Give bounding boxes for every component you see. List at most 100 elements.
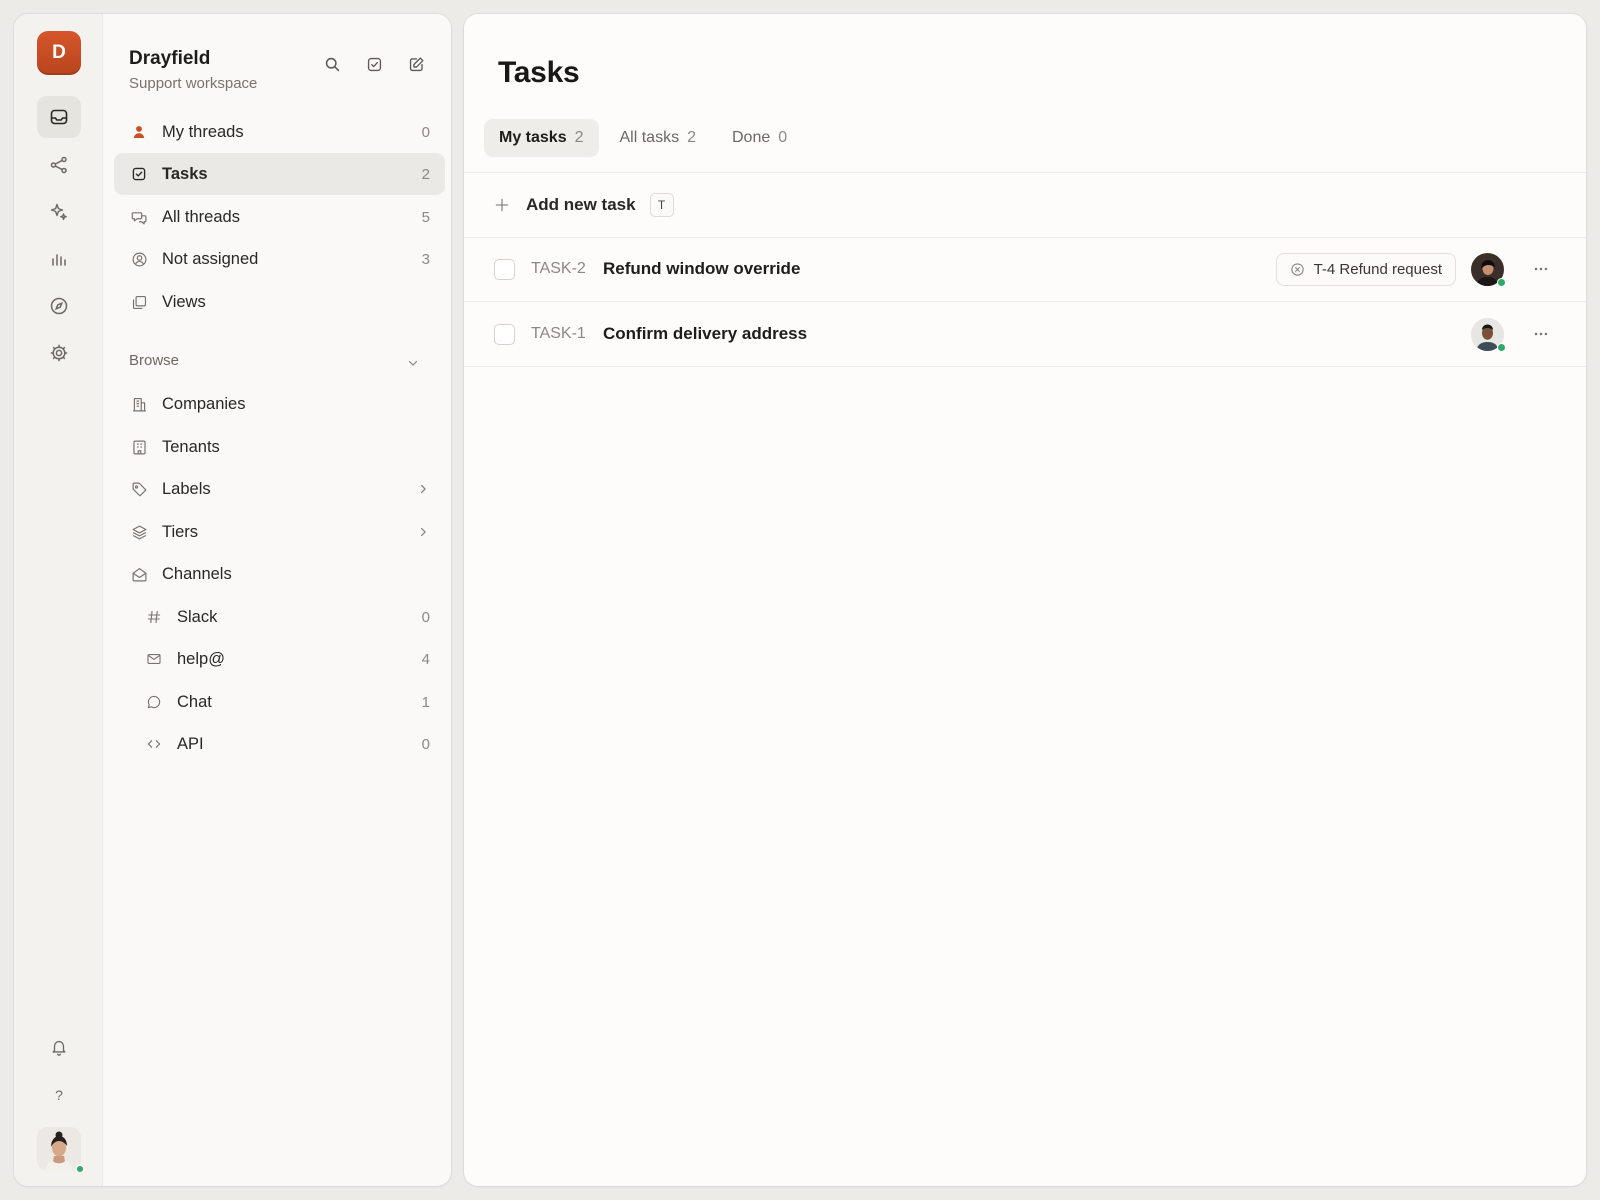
sidebar-item-label: help@ — [177, 649, 225, 668]
sidebar-item-channels[interactable]: Channels — [114, 553, 445, 595]
plus-icon — [495, 198, 509, 211]
sidebar-item-label: My threads — [162, 122, 244, 141]
more-options-button[interactable] — [1526, 254, 1556, 284]
sidebar-item-chat[interactable]: Chat 1 — [114, 681, 445, 723]
task-row[interactable]: TASK-1 Confirm delivery address — [464, 302, 1586, 366]
rail-ai-button[interactable] — [37, 191, 81, 233]
rail-settings-button[interactable] — [37, 332, 81, 374]
rail-notifications-button[interactable] — [37, 1026, 81, 1068]
online-status-dot — [1497, 342, 1506, 352]
divider — [464, 366, 1586, 367]
main-panel: Tasks My tasks 2 All tasks 2 Done 0 Add … — [464, 14, 1586, 1186]
sidebar-item-my-threads[interactable]: My threads 0 — [114, 111, 445, 153]
building-icon — [129, 394, 149, 414]
sidebar-item-count: 0 — [421, 735, 430, 753]
sidebar-item-label: Tiers — [162, 522, 199, 541]
circle-x-icon — [1290, 262, 1304, 276]
sidebar-item-all-threads[interactable]: All threads 5 — [114, 196, 445, 238]
sidebar-item-label: Chat — [177, 692, 212, 711]
workspace-logo[interactable]: D — [37, 31, 81, 75]
sidebar-item-slack[interactable]: Slack 0 — [114, 596, 445, 638]
online-status-dot — [75, 1164, 85, 1174]
rail-analytics-button[interactable] — [37, 238, 81, 280]
keyboard-shortcut: T — [649, 192, 674, 217]
sidebar-item-label: Tasks — [162, 164, 208, 183]
assignee-avatar[interactable] — [1471, 317, 1506, 352]
gear-icon — [50, 344, 68, 362]
rail-explore-button[interactable] — [37, 285, 81, 327]
browse-section-title: Browse — [129, 352, 180, 369]
sidebar-item-label: Labels — [162, 479, 211, 498]
sidebar-item-views[interactable]: Views — [114, 281, 445, 323]
tab-done[interactable]: Done 0 — [717, 119, 802, 157]
share-icon — [50, 156, 67, 174]
task-checkbox[interactable] — [494, 258, 515, 280]
task-title: Refund window override — [603, 259, 801, 278]
workspace-logo-letter: D — [52, 42, 66, 63]
sidebar-item-not-assigned[interactable]: Not assigned 3 — [114, 238, 445, 280]
workspace-name: Drayfield — [129, 48, 211, 69]
rail-inbox-button[interactable] — [37, 96, 81, 138]
chart-icon — [52, 254, 66, 266]
sidebar-item-help-email[interactable]: help@ 4 — [114, 638, 445, 680]
sidebar-item-label: API — [177, 734, 204, 753]
sidebar-item-count: 0 — [421, 608, 430, 626]
tab-label: All tasks — [619, 129, 680, 146]
search-icon — [325, 57, 339, 71]
linked-thread-chip[interactable]: T-4 Refund request — [1275, 252, 1456, 286]
mail-icon — [144, 649, 164, 669]
tab-my-tasks[interactable]: My tasks 2 — [484, 119, 599, 157]
tab-count: 0 — [778, 129, 788, 146]
help-icon: ? — [55, 1087, 63, 1103]
envelope-open-icon — [129, 564, 149, 584]
task-tabs: My tasks 2 All tasks 2 Done 0 — [484, 119, 802, 157]
chat-bubbles-icon — [129, 207, 149, 227]
rail-help-button[interactable]: ? — [37, 1074, 81, 1116]
current-user-avatar[interactable] — [37, 1127, 85, 1174]
task-title: Confirm delivery address — [603, 324, 808, 343]
sidebar-item-count: 4 — [421, 650, 430, 668]
hash-icon — [144, 607, 164, 627]
user-portrait-icon — [37, 1127, 81, 1171]
compose-button[interactable] — [404, 52, 428, 76]
search-button[interactable] — [320, 52, 344, 76]
sidebar-item-tenants[interactable]: Tenants — [114, 426, 445, 468]
checkbox-icon — [367, 57, 381, 71]
task-row[interactable]: TASK-2 Refund window override T-4 Refund… — [464, 237, 1586, 301]
sidebar-item-label: Channels — [162, 564, 232, 583]
sidebar-item-label: Tenants — [162, 437, 220, 456]
sidebar-item-label: Not assigned — [162, 249, 259, 268]
chevron-right-icon — [416, 482, 430, 496]
sidebar-item-label: Companies — [162, 394, 246, 413]
sidebar-item-tasks[interactable]: Tasks 2 — [114, 153, 445, 195]
sidebar-item-count: 0 — [421, 123, 430, 141]
sidebar-item-count: 2 — [421, 165, 430, 183]
linked-thread-label: T-4 Refund request — [1313, 260, 1442, 278]
add-task-button[interactable]: Add new task T — [464, 172, 1586, 237]
sidebar-item-api[interactable]: API 0 — [114, 723, 445, 765]
assignee-avatar[interactable] — [1471, 252, 1506, 287]
grid-building-icon — [129, 437, 149, 457]
icon-rail: D ? — [14, 14, 103, 1186]
more-options-button[interactable] — [1526, 319, 1556, 349]
sidebar-item-count: 1 — [421, 693, 430, 711]
online-status-dot — [1497, 277, 1506, 287]
new-task-button[interactable] — [362, 52, 386, 76]
user-circle-icon — [129, 249, 149, 269]
page-title: Tasks — [498, 56, 580, 89]
sidebar-item-labels[interactable]: Labels — [114, 468, 445, 510]
code-icon — [144, 734, 164, 754]
compass-icon — [50, 297, 68, 315]
ellipsis-icon — [1534, 267, 1548, 271]
tab-all-tasks[interactable]: All tasks 2 — [605, 119, 711, 157]
chevron-down-icon[interactable] — [406, 356, 420, 370]
bell-icon — [52, 1040, 66, 1056]
rail-workflows-button[interactable] — [37, 144, 81, 186]
task-checkbox[interactable] — [494, 323, 515, 345]
sidebar-item-companies[interactable]: Companies — [114, 383, 445, 425]
workspace-subtitle: Support workspace — [129, 75, 258, 92]
sidebar-item-tiers[interactable]: Tiers — [114, 511, 445, 553]
task-id: TASK-1 — [531, 325, 586, 342]
sidebar-item-label: Slack — [177, 607, 218, 626]
compose-icon — [409, 56, 424, 71]
